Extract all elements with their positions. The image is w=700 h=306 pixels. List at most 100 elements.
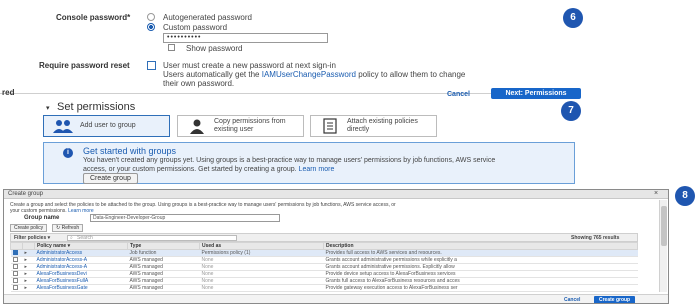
iam-user-change-password-link[interactable]: IAMUserChangePassword — [262, 70, 356, 79]
policy-type-cell: AWS managed — [127, 263, 200, 271]
policy-description-cell: Grants full access to AlexaForBusiness r… — [323, 277, 638, 285]
policy-description-cell: Provide device setup access to AlexaForB… — [323, 270, 638, 278]
row-checkbox-cell[interactable] — [10, 270, 23, 278]
search-placeholder: Search — [77, 235, 93, 241]
info-text-line1: You haven't created any groups yet. Usin… — [83, 157, 496, 164]
table-row[interactable]: ▸ AlexaForBusinessFullA AWS managed None… — [10, 277, 638, 285]
row-checkbox[interactable] — [12, 285, 18, 291]
policy-name-cell[interactable]: AdministratorAccess-A — [34, 263, 128, 271]
table-row[interactable]: ▸ AlexaForBusinessDevi AWS managed None … — [10, 270, 638, 278]
column-header-used-as[interactable]: Used as — [199, 242, 324, 250]
table-row[interactable]: ▸ AdministratorAccess-A AWS managed None… — [10, 263, 638, 271]
table-row[interactable]: ▸ AdministratorAccess-A AWS managed None… — [10, 256, 638, 264]
column-header-policy-name[interactable]: Policy name ▾ — [34, 242, 128, 250]
refresh-label: Refresh — [61, 225, 80, 231]
policy-used-as-cell: None — [199, 256, 324, 264]
policy-description-cell: Grants account administrative permission… — [323, 263, 638, 271]
column-header-select — [10, 242, 23, 250]
table-row[interactable]: ▸ AdministratorAccess Job function Permi… — [10, 249, 638, 257]
table-scrollbar[interactable] — [659, 200, 667, 292]
row-checkbox[interactable] — [12, 271, 18, 277]
step-badge-6: 6 — [563, 8, 583, 28]
show-password-label: Show password — [186, 44, 243, 53]
option-add-user-to-group[interactable]: Add user to group — [43, 115, 170, 137]
policy-used-as-cell: Permissions policy (1) — [199, 249, 324, 257]
reset-text-line1: User must create a new password at next … — [163, 61, 336, 70]
console-password-label: Console password* — [56, 13, 131, 22]
policy-name-cell[interactable]: AlexaForBusinessFullA — [34, 277, 128, 285]
row-checkbox-cell[interactable] — [10, 256, 23, 264]
create-group-submit-button[interactable]: Create group — [594, 296, 636, 303]
policy-used-as-cell: None — [199, 284, 324, 292]
table-row[interactable]: ▸ AlexaForBusinessGate AWS managed None … — [10, 284, 638, 292]
policy-name-cell[interactable]: AlexaForBusinessGate — [34, 284, 128, 292]
row-checkbox-cell[interactable] — [10, 284, 23, 292]
policy-name-cell[interactable]: AdministratorAccess — [34, 249, 128, 257]
info-icon: i — [63, 148, 73, 158]
row-expand-icon[interactable]: ▸ — [22, 249, 35, 257]
search-input[interactable]: ⌕ Search — [67, 235, 237, 241]
password-panel: Console password* Autogenerated password… — [0, 0, 700, 92]
option-attach-policies[interactable]: Attach existing policies directly — [310, 115, 437, 137]
policy-type-cell: AWS managed — [127, 277, 200, 285]
reset-text-prefix: Users automatically get the — [163, 70, 262, 79]
autogenerated-password-radio[interactable] — [147, 13, 155, 21]
row-checkbox[interactable] — [12, 257, 18, 263]
policy-name-cell[interactable]: AlexaForBusinessDevi — [34, 270, 128, 278]
set-permissions-heading: Set permissions — [57, 101, 136, 113]
column-header-description[interactable]: Description — [323, 242, 638, 250]
policy-description-cell: Provides full access to AWS services and… — [323, 249, 638, 257]
custom-password-radio[interactable] — [147, 23, 155, 31]
policy-used-as-cell: None — [199, 277, 324, 285]
row-expand-icon[interactable]: ▸ — [22, 256, 35, 264]
group-icon — [53, 120, 73, 133]
custom-password-input[interactable]: •••••••••• — [163, 33, 328, 43]
row-checkbox-cell[interactable] — [10, 277, 23, 285]
step-badge-7: 7 — [561, 101, 581, 121]
row-expand-icon[interactable]: ▸ — [22, 284, 35, 292]
require-password-reset-label: Require password reset — [39, 61, 130, 70]
scrollbar-thumb[interactable] — [661, 206, 667, 246]
collapse-caret-icon[interactable]: ▾ — [46, 104, 50, 112]
filter-policies-dropdown[interactable]: Filter policies ▾ — [14, 235, 50, 241]
row-checkbox-cell[interactable] — [10, 249, 23, 257]
refresh-icon: ↻ — [56, 225, 61, 231]
next-permissions-button[interactable]: Next: Permissions — [491, 88, 581, 99]
learn-more-link[interactable]: Learn more — [299, 166, 335, 173]
row-checkbox-cell[interactable] — [10, 263, 23, 271]
autogenerated-password-label: Autogenerated password — [163, 13, 252, 22]
create-policy-button[interactable]: Create policy — [10, 224, 48, 232]
option-copy-permissions[interactable]: Copy permissions from existing user — [177, 115, 304, 137]
dialog-footer: Cancel Create group — [4, 294, 668, 303]
require-password-reset-checkbox[interactable] — [147, 61, 156, 70]
dialog-cancel-link[interactable]: Cancel — [564, 297, 580, 303]
close-icon[interactable]: × — [654, 190, 658, 197]
policy-name-cell[interactable]: AdministratorAccess-A — [34, 256, 128, 264]
row-checkbox[interactable] — [12, 250, 18, 256]
row-expand-icon[interactable]: ▸ — [22, 277, 35, 285]
info-title: Get started with groups — [83, 146, 177, 156]
custom-password-label: Custom password — [163, 23, 228, 32]
option-label-line2: existing user — [214, 126, 254, 133]
info-text-line2: access, or your custom permissions. Get … — [83, 165, 573, 174]
groups-info-box: i Get started with groups You haven't cr… — [43, 142, 575, 184]
show-password-checkbox[interactable] — [168, 44, 175, 51]
reset-text-suffix: policy to allow them to change — [355, 70, 466, 79]
column-header-type[interactable]: Type — [127, 242, 200, 250]
row-checkbox[interactable] — [12, 278, 18, 284]
required-fragment: red — [2, 88, 15, 97]
results-count: Showing 765 results — [571, 235, 620, 241]
step-badge-8: 8 — [675, 186, 695, 206]
row-checkbox[interactable] — [12, 264, 18, 270]
group-name-input[interactable]: Data-Engineer-Developer-Group — [90, 214, 280, 222]
create-group-button[interactable]: Create group — [83, 173, 138, 184]
refresh-button[interactable]: ↻ Refresh — [52, 224, 84, 232]
reset-text-line3: their own password. — [163, 79, 235, 88]
filter-bar: Filter policies ▾ ⌕ Search Showing 765 r… — [10, 233, 638, 242]
row-expand-icon[interactable]: ▸ — [22, 270, 35, 278]
document-icon — [323, 118, 337, 134]
user-icon — [190, 119, 204, 134]
cancel-link[interactable]: Cancel — [447, 91, 470, 98]
row-expand-icon[interactable]: ▸ — [22, 263, 35, 271]
dialog-title-bar: Create group × — [4, 190, 668, 199]
